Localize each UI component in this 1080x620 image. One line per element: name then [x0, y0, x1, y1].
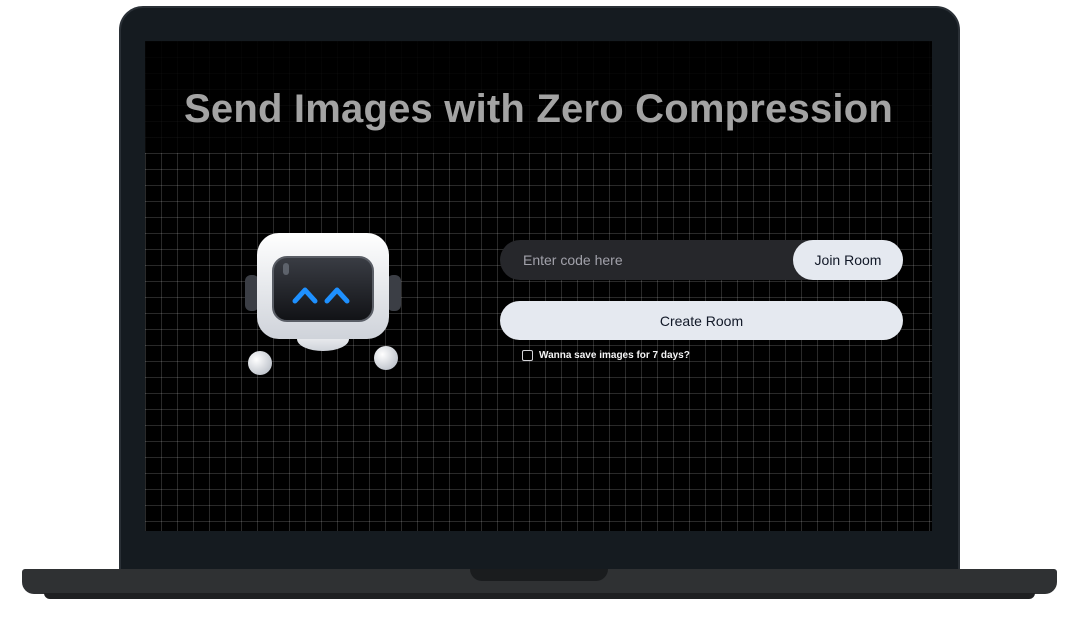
save-images-option: Wanna save images for 7 days? [522, 348, 690, 362]
save-images-label: Wanna save images for 7 days? [539, 349, 690, 361]
save-images-checkbox[interactable] [522, 349, 533, 361]
page-title: Send Images with Zero Compression [184, 87, 893, 131]
robot-mascot-icon [245, 233, 401, 375]
laptop-base-edge [44, 593, 1035, 599]
room-code-input[interactable] [500, 240, 790, 280]
create-room-button[interactable]: Create Room [500, 301, 903, 340]
laptop-notch [470, 569, 608, 581]
join-room-button[interactable]: Join Room [793, 240, 903, 280]
app-screen: Send Images with Zero Compression Enter … [145, 41, 932, 531]
join-room-form: Join Room [500, 240, 903, 280]
laptop-mockup: Send Images with Zero Compression Enter … [0, 0, 1080, 620]
